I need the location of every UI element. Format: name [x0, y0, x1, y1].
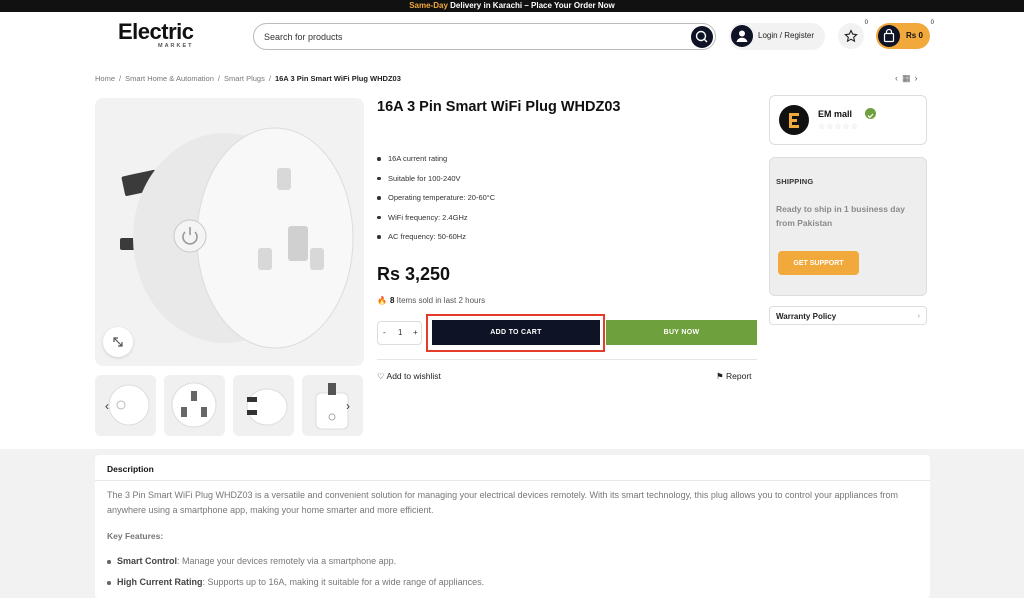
- report-label: Report: [726, 371, 752, 381]
- product-title: 16A 3 Pin Smart WiFi Plug WHDZ03: [377, 99, 621, 115]
- seller-rating-stars: ☆☆☆☆☆: [818, 122, 859, 131]
- cart-button[interactable]: Rs 0 0: [876, 20, 934, 49]
- star-icon: [844, 29, 858, 43]
- announcement-bar: Same-Day Delivery in Karachi – Place You…: [0, 0, 1024, 12]
- breadcrumb-smart-plugs[interactable]: Smart Plugs: [224, 74, 265, 83]
- report-link[interactable]: ⚑ Report: [716, 371, 752, 382]
- product-thumbnail[interactable]: [302, 375, 363, 436]
- search-icon: [695, 30, 708, 43]
- quantity-decrease-button[interactable]: -: [383, 328, 386, 337]
- feature-item: 16A current rating: [377, 154, 495, 174]
- search-bar: [253, 23, 716, 50]
- sold-text: Items sold in last 2 hours: [396, 296, 486, 305]
- prev-product-icon[interactable]: ‹: [895, 73, 902, 83]
- thumbnail-next-arrow[interactable]: ›: [346, 399, 350, 413]
- sold-count: 8: [389, 296, 395, 305]
- description-panel: Description The 3 Pin Smart WiFi Plug WH…: [95, 455, 930, 598]
- feature-item: AC frequency: 50-60Hz: [377, 232, 495, 252]
- cart-amount: Rs 0: [906, 31, 923, 40]
- breadcrumb-home[interactable]: Home: [95, 74, 115, 83]
- fire-icon: 🔥: [377, 296, 387, 305]
- product-thumbnail[interactable]: [164, 375, 225, 436]
- sold-indicator: 🔥 8 Items sold in last 2 hours: [377, 296, 485, 305]
- warranty-policy-accordion[interactable]: Warranty Policy ›: [769, 306, 927, 325]
- seller-logo: [779, 105, 809, 135]
- zoom-button[interactable]: [103, 327, 133, 357]
- grid-icon[interactable]: ▦: [902, 73, 915, 83]
- site-logo[interactable]: Electric MARKET: [118, 21, 208, 53]
- product-price: Rs 3,250: [377, 264, 451, 284]
- announcement-text: Delivery in Karachi – Place Your Order N…: [447, 1, 615, 10]
- search-input[interactable]: [264, 29, 664, 45]
- product-feature-list: 16A current rating Suitable for 100-240V…: [377, 154, 495, 252]
- login-register-label: Login / Register: [758, 31, 815, 40]
- thumbnail-prev-arrow[interactable]: ‹: [105, 399, 109, 413]
- announcement-highlight: Same-Day: [409, 1, 448, 10]
- expand-icon: [113, 337, 123, 347]
- wishlist-count: 0: [864, 20, 868, 26]
- breadcrumb-smart-home[interactable]: Smart Home & Automation: [125, 74, 214, 83]
- shipping-heading: SHIPPING: [776, 177, 814, 186]
- breadcrumb-current: 16A 3 Pin Smart WiFi Plug WHDZ03: [274, 74, 401, 83]
- quantity-increase-button[interactable]: +: [413, 328, 418, 337]
- product-thumbnail[interactable]: [233, 375, 294, 436]
- product-navigation: ‹▦›: [895, 73, 922, 84]
- key-features-list: Smart Control: Manage your devices remot…: [107, 556, 484, 598]
- site-header: Electric MARKET Login / Register 0 Rs 0 …: [0, 12, 1024, 62]
- logo-sub-text: MARKET: [158, 43, 194, 49]
- quantity-stepper: - 1 +: [377, 321, 422, 345]
- next-product-icon[interactable]: ›: [915, 73, 922, 83]
- logo-main-text: Electric: [118, 19, 194, 44]
- product-main-image[interactable]: [95, 98, 364, 366]
- seller-name: EM mall: [818, 109, 853, 119]
- warranty-policy-label: Warranty Policy: [776, 312, 837, 321]
- add-to-wishlist-link[interactable]: ♡ Add to wishlist: [377, 371, 441, 382]
- cart-count: 0: [930, 20, 934, 26]
- search-button[interactable]: [691, 26, 713, 48]
- get-support-button[interactable]: GET SUPPORT: [778, 251, 859, 275]
- tab-description[interactable]: Description: [107, 464, 154, 474]
- heart-icon: ♡: [377, 371, 385, 381]
- flag-icon: ⚑: [716, 371, 724, 381]
- user-icon: [731, 25, 753, 47]
- chevron-right-icon: ›: [917, 311, 920, 320]
- key-features-heading: Key Features:: [107, 531, 164, 541]
- add-to-cart-button[interactable]: ADD TO CART: [432, 320, 600, 345]
- shopping-bag-icon: [878, 25, 900, 47]
- verified-check-icon: [865, 108, 876, 119]
- buy-now-button[interactable]: BUY NOW: [606, 320, 757, 345]
- quantity-input[interactable]: 1: [398, 328, 402, 337]
- tab-divider: [95, 480, 930, 481]
- feature-item: Suitable for 100-240V: [377, 174, 495, 194]
- breadcrumb: Home / Smart Home & Automation / Smart Plugs…: [95, 74, 401, 83]
- divider: [377, 359, 757, 360]
- wishlist-button[interactable]: 0: [838, 20, 868, 49]
- list-item: Smart Control: Manage your devices remot…: [107, 556, 484, 577]
- shipping-text: Ready to ship in 1 business day from Pak…: [776, 204, 905, 228]
- login-register-button[interactable]: Login / Register: [729, 23, 825, 50]
- description-paragraph: The 3 Pin Smart WiFi Plug WHDZ03 is a ve…: [107, 490, 899, 515]
- shipping-card: SHIPPING Ready to ship in 1 business day…: [769, 157, 927, 296]
- feature-item: Operating temperature: 20-60°C: [377, 193, 495, 213]
- list-item: High Current Rating: Supports up to 16A,…: [107, 577, 484, 598]
- add-to-wishlist-label: Add to wishlist: [386, 371, 441, 381]
- smart-plug-image: [120, 127, 354, 349]
- feature-item: WiFi frequency: 2.4GHz: [377, 213, 495, 233]
- seller-card[interactable]: EM mall ☆☆☆☆☆: [769, 95, 927, 145]
